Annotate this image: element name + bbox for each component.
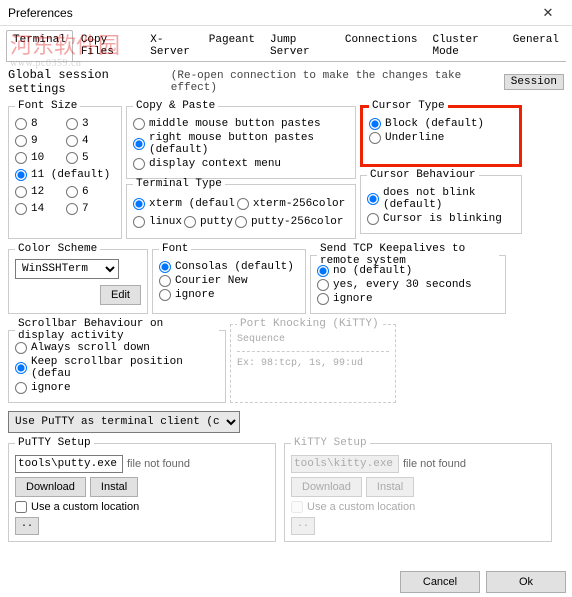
gss-note: (Re-open connection to make the changes … [171, 70, 500, 94]
global-settings-header: Global session settings (Re-open connect… [8, 68, 564, 96]
kitty-install-button: Instal [366, 477, 414, 497]
gss-title: Global session settings [8, 68, 167, 96]
cb-blink[interactable]: Cursor is blinking [367, 213, 515, 225]
fontsize-6[interactable]: 6 [66, 186, 115, 198]
tab-jump-server[interactable]: Jump Server [263, 30, 337, 61]
putty-install-button[interactable]: Instal [90, 477, 138, 497]
terminal-client-select[interactable]: Use PuTTY as terminal client (c [8, 411, 240, 433]
tt-xterm256[interactable]: xterm-256color [237, 198, 345, 210]
copypaste-legend: Copy & Paste [133, 100, 218, 112]
colorscheme-select[interactable]: WinSSHTerm [15, 259, 119, 279]
colorscheme-group: Color Scheme WinSSHTerm Edit [8, 243, 148, 314]
font-group: Font Consolas (default) Courier New igno… [152, 243, 306, 314]
fontsize-7[interactable]: 7 [66, 203, 115, 215]
cp-right[interactable]: right mouse button pastes (default) [133, 132, 349, 156]
putty-legend: PuTTY Setup [15, 437, 94, 449]
putty-path-input[interactable] [15, 455, 123, 473]
sb-always[interactable]: Always scroll down [15, 342, 219, 354]
keepalive-group: Send TCP Keepalives to remote system no … [310, 243, 506, 314]
tt-linux[interactable]: linux [133, 216, 182, 228]
cp-context[interactable]: display context menu [133, 158, 349, 170]
ka-yes[interactable]: yes, every 30 seconds [317, 279, 499, 291]
fontsize-5[interactable]: 5 [66, 152, 115, 164]
fontsize-group: Font Size 8 3 9 4 10 5 11 (default) 12 6… [8, 100, 122, 239]
putty-download-button[interactable]: Download [15, 477, 86, 497]
fontsize-legend: Font Size [15, 100, 80, 112]
font-courier[interactable]: Courier New [159, 275, 299, 287]
kitty-download-button: Download [291, 477, 362, 497]
tt-xterm[interactable]: xterm (defaul [133, 198, 235, 210]
session-button[interactable]: Session [504, 74, 564, 90]
colorscheme-legend: Color Scheme [15, 243, 100, 255]
cursorbeh-legend: Cursor Behaviour [367, 169, 479, 181]
terminaltype-legend: Terminal Type [133, 178, 225, 190]
putty-notfound: file not found [127, 458, 190, 470]
fontsize-12[interactable]: 12 [15, 186, 64, 198]
cursorbeh-group: Cursor Behaviour does not blink (default… [360, 169, 522, 234]
fontsize-10[interactable]: 10 [15, 152, 64, 164]
copypaste-group: Copy & Paste middle mouse button pastes … [126, 100, 356, 179]
cursortype-group: Cursor Type Block (default) Underline [360, 100, 522, 167]
kitty-browse-button: .. [291, 517, 315, 535]
kitty-setup-group: KiTTY Setup file not found Download Inst… [284, 437, 552, 542]
tab-cluster-mode[interactable]: Cluster Mode [425, 30, 504, 61]
tt-putty256[interactable]: putty-256color [235, 216, 343, 228]
close-icon[interactable]: ✕ [530, 2, 566, 24]
font-consolas[interactable]: Consolas (default) [159, 261, 299, 273]
cursortype-legend: Cursor Type [369, 100, 448, 112]
fontsize-4[interactable]: 4 [66, 135, 115, 147]
ct-underline[interactable]: Underline [369, 132, 513, 144]
portknock-group: Port Knocking (KiTTY) Sequence Ex: 98:tc… [230, 318, 396, 403]
scrollbar-legend: Scrollbar Behaviour on display activity [15, 318, 219, 342]
kitty-path-input [291, 455, 399, 473]
ka-ignore[interactable]: ignore [317, 293, 499, 305]
tab-terminal[interactable]: Terminal [6, 30, 73, 61]
window-title: Preferences [8, 6, 73, 20]
cb-noblink[interactable]: does not blink (default) [367, 187, 515, 211]
kitty-notfound: file not found [403, 458, 466, 470]
putty-setup-group: PuTTY Setup file not found Download Inst… [8, 437, 276, 542]
sb-ignore[interactable]: ignore [15, 382, 219, 394]
scrollbar-group: Scrollbar Behaviour on display activity … [8, 318, 226, 403]
colorscheme-edit-button[interactable]: Edit [100, 285, 141, 305]
putty-browse-button[interactable]: .. [15, 517, 39, 535]
font-legend: Font [159, 243, 191, 255]
portknock-legend: Port Knocking (KiTTY) [237, 318, 382, 330]
ct-block[interactable]: Block (default) [369, 118, 513, 130]
fontsize-8[interactable]: 8 [15, 118, 64, 130]
putty-custom-checkbox[interactable]: Use a custom location [15, 501, 269, 513]
tabs: Terminal Copy Files X-Server Pageant Jum… [0, 26, 572, 61]
tab-pageant[interactable]: Pageant [202, 30, 262, 61]
tab-general[interactable]: General [506, 30, 566, 61]
sb-keep[interactable]: Keep scrollbar position (defau [15, 356, 219, 380]
fontsize-3[interactable]: 3 [66, 118, 115, 130]
terminaltype-group: Terminal Type xterm (defaul xterm-256col… [126, 178, 356, 239]
cp-middle[interactable]: middle mouse button pastes [133, 118, 349, 130]
keepalive-legend: Send TCP Keepalives to remote system [317, 243, 499, 267]
portknock-sub: Sequence [237, 334, 389, 345]
tab-x-server[interactable]: X-Server [143, 30, 201, 61]
kitty-custom-checkbox: Use a custom location [291, 501, 545, 513]
portknock-placeholder: Ex: 98:tcp, 1s, 99:ud [237, 358, 389, 369]
fontsize-11[interactable]: 11 (default) [15, 169, 115, 181]
footer-buttons: Cancel Ok [400, 571, 566, 593]
titlebar: Preferences ✕ [0, 0, 572, 26]
ok-button[interactable]: Ok [486, 571, 566, 593]
fontsize-14[interactable]: 14 [15, 203, 64, 215]
font-ignore[interactable]: ignore [159, 289, 299, 301]
kitty-legend: KiTTY Setup [291, 437, 370, 449]
fontsize-9[interactable]: 9 [15, 135, 64, 147]
tab-copy-files[interactable]: Copy Files [74, 30, 142, 61]
cancel-button[interactable]: Cancel [400, 571, 480, 593]
ka-no[interactable]: no (default) [317, 265, 499, 277]
tt-putty[interactable]: putty [184, 216, 233, 228]
tab-connections[interactable]: Connections [338, 30, 425, 61]
